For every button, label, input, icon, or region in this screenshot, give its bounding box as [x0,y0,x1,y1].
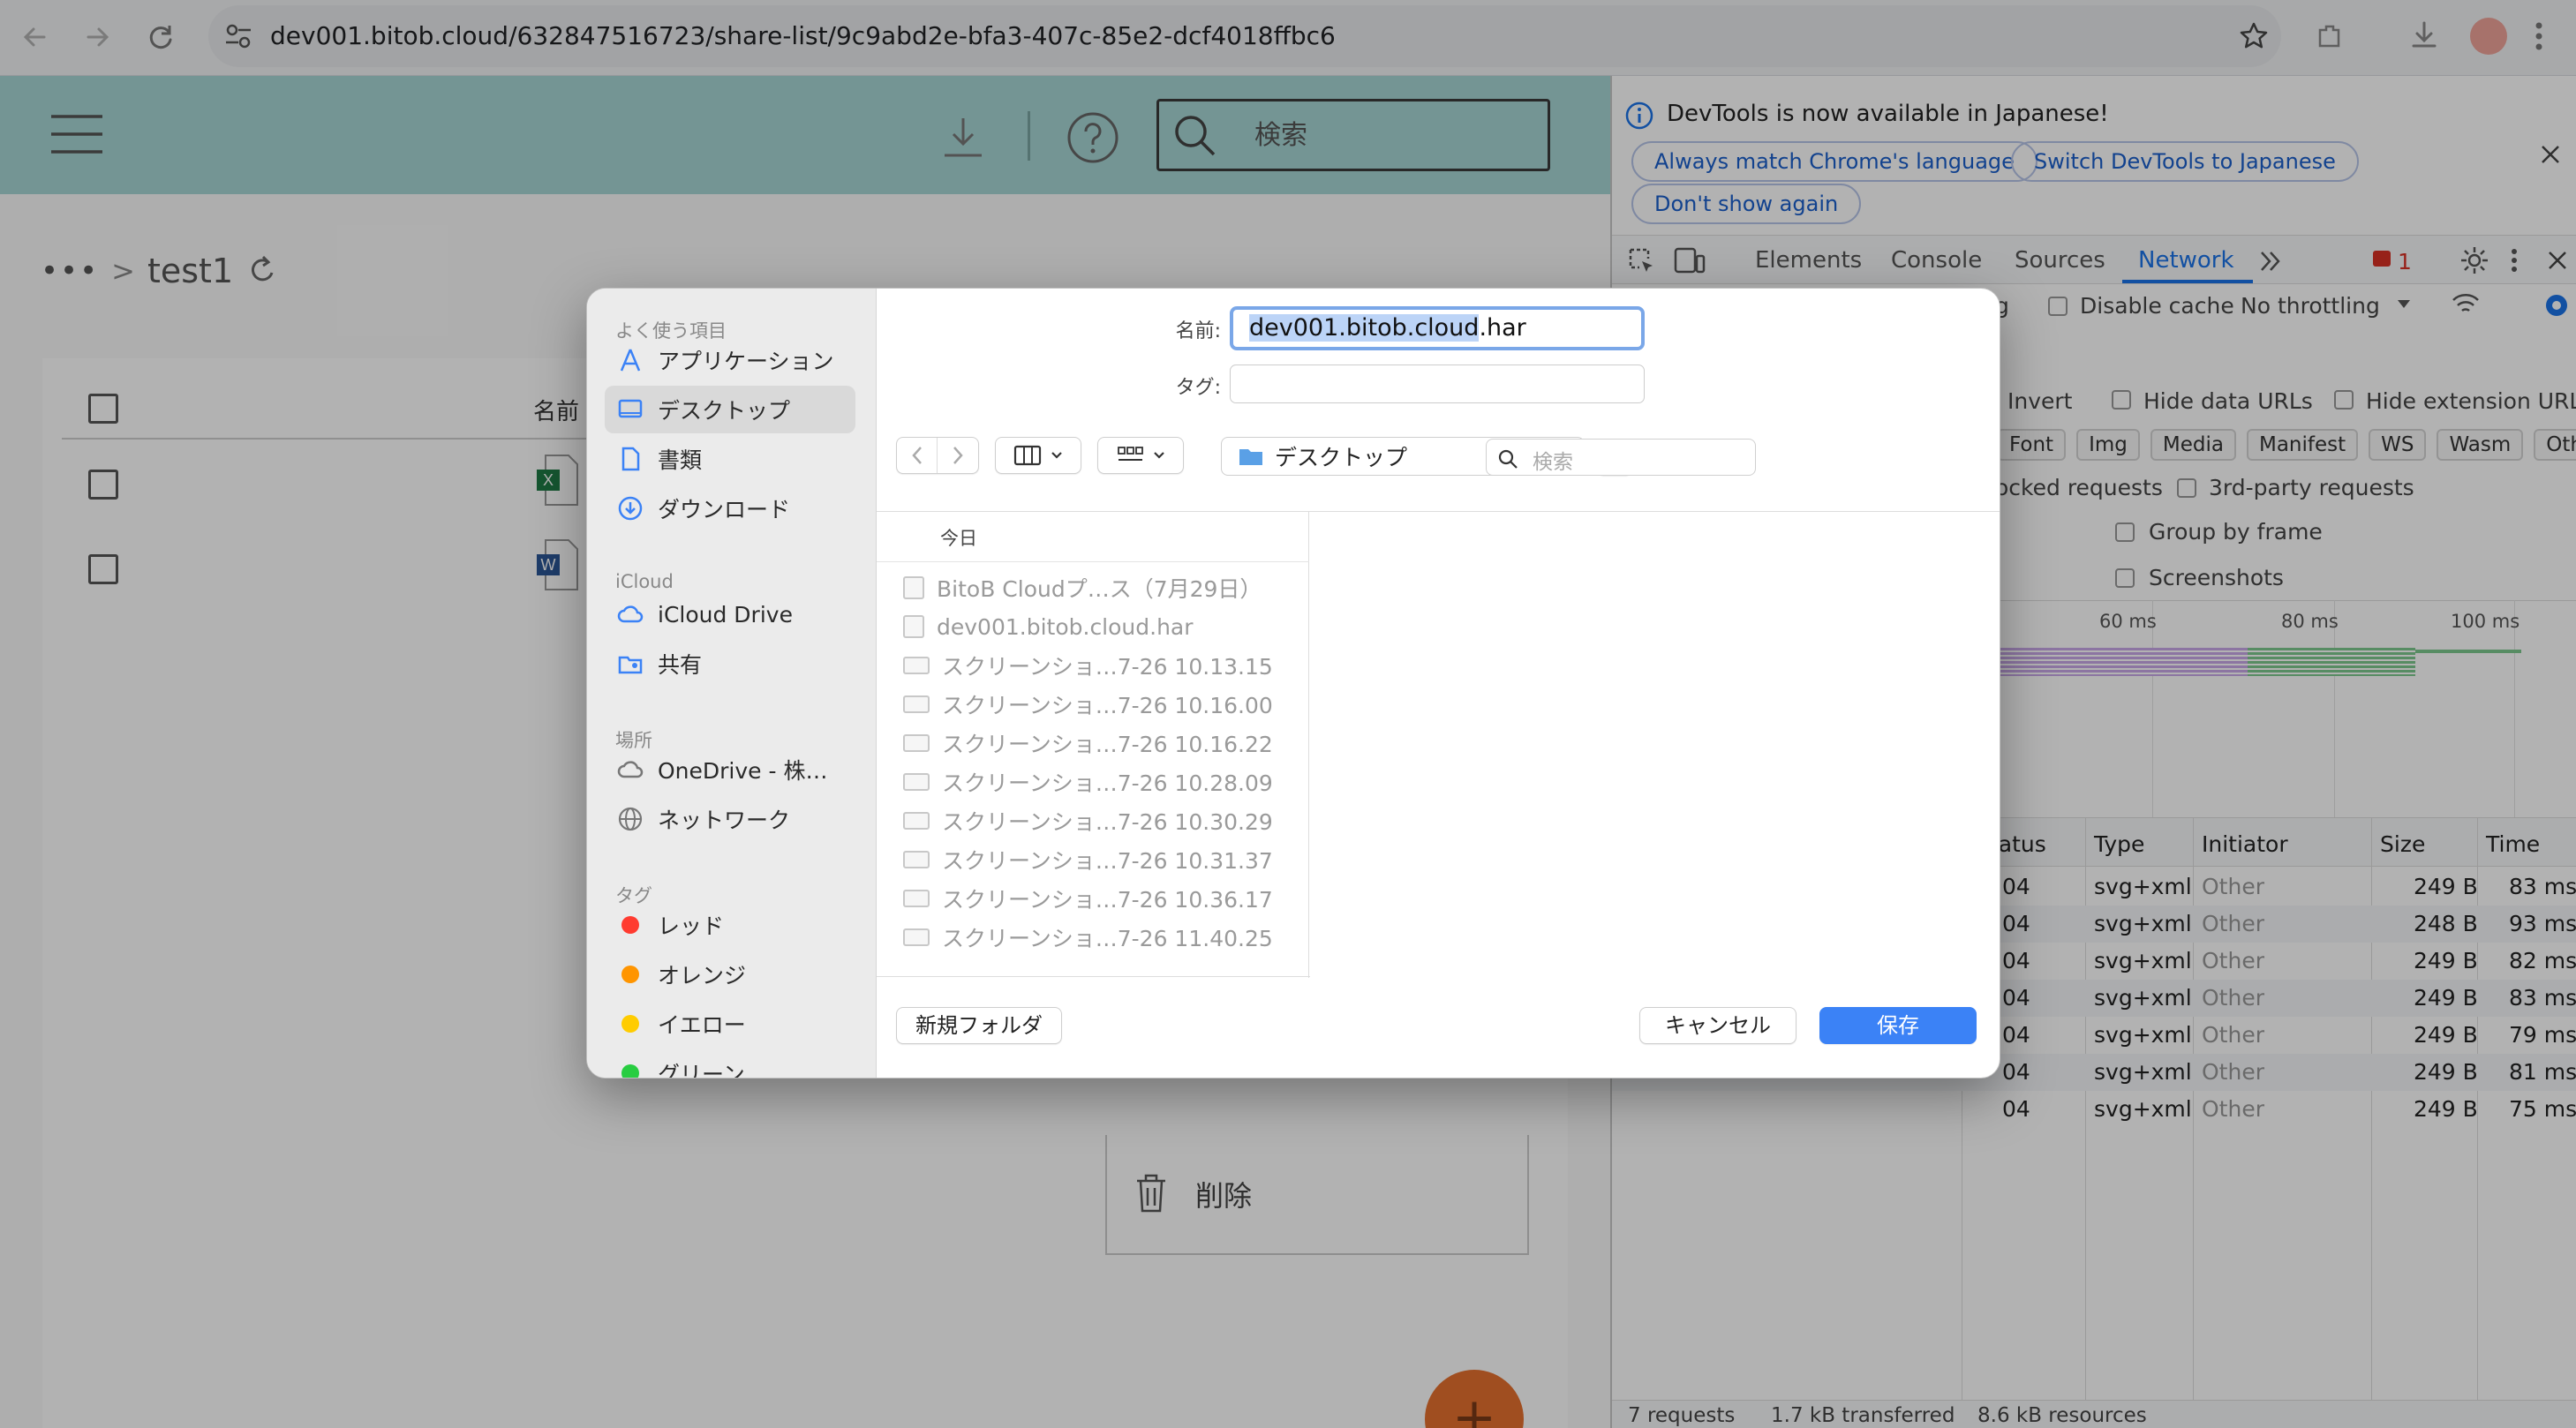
list-item[interactable]: スクリーンショ…7-26 10.28.09 [903,764,1273,800]
forward-chevron-icon[interactable] [938,438,978,473]
sidebar-tag-red[interactable]: レッド [605,901,855,949]
list-item[interactable]: スクリーンショ…7-26 10.31.37 [903,842,1273,877]
dialog-sidebar: よく使う項目 アプリケーション デスクトップ 書類 ダウンロード iCloud … [587,289,877,1079]
chevron-down-icon [1153,451,1165,460]
desktop-icon [617,396,644,423]
sidebar-item-label: ダウンロード [658,497,791,522]
sidebar-item-label: レッド [658,913,725,939]
file-name: スクリーンショ…7-26 10.28.09 [942,770,1273,796]
sidebar-item-documents[interactable]: 書類 [605,435,855,483]
name-label: 名前: [1175,320,1221,342]
sidebar-item-label: イエロー [658,1012,746,1038]
grid-view-icon [1116,445,1144,466]
list-item[interactable]: スクリーンショ…7-26 10.16.22 [903,725,1273,761]
sidebar-item-label: オレンジ [658,963,747,988]
dialog-search-placeholder: 検索 [1533,451,1573,474]
save-button[interactable]: 保存 [1819,1007,1977,1044]
sidebar-item-icloud-drive[interactable]: iCloud Drive [605,590,855,638]
sidebar-item-shared[interactable]: 共有 [605,640,855,688]
sidebar-item-label: iCloud Drive [658,601,793,628]
image-file-icon [903,890,930,907]
file-name: スクリーンショ…7-26 10.31.37 [942,848,1273,874]
image-file-icon [903,773,930,791]
sidebar-item-desktop[interactable]: デスクトップ [605,386,855,433]
orange-tag-dot [621,966,639,983]
history-nav [896,437,979,474]
search-icon [1497,448,1518,470]
sidebar-item-label: ネットワーク [658,808,791,833]
cloud-icon [617,601,644,628]
file-column[interactable]: 今日 BitoB Cloudプ…ス（7月29日） dev001.bitob.cl… [877,512,1309,978]
sidebar-item-applications[interactable]: アプリケーション [605,336,855,384]
group-mode-button[interactable] [1097,437,1184,474]
sidebar-tag-green[interactable]: グリーン [605,1049,855,1079]
download-icon [617,495,644,522]
list-item[interactable]: BitoB Cloudプ…ス（7月29日） [903,570,1262,605]
sidebar-item-downloads[interactable]: ダウンロード [605,485,855,532]
document-file-icon [903,576,924,599]
sidebar-item-label: 共有 [658,652,703,678]
list-item[interactable]: スクリーンショ…7-26 11.40.25 [903,920,1273,955]
tag-label: タグ: [1175,377,1221,399]
dialog-search-input[interactable]: 検索 [1486,439,1756,476]
back-chevron-icon[interactable] [897,438,938,473]
list-item[interactable]: スクリーンショ…7-26 10.30.29 [903,803,1273,838]
new-folder-button[interactable]: 新規フォルダ [896,1007,1062,1044]
filename-selected-text: dev001.bitob.cloud [1249,314,1480,342]
globe-icon [617,806,644,832]
cloud-icon [617,756,644,783]
list-item[interactable]: スクリーンショ…7-26 10.16.00 [903,687,1273,722]
file-name: スクリーンショ…7-26 10.16.00 [942,693,1273,718]
file-name: スクリーンショ…7-26 10.16.22 [942,732,1273,757]
sidebar-tag-orange[interactable]: オレンジ [605,951,855,998]
icloud-header: iCloud [615,571,674,592]
cancel-button[interactable]: キャンセル [1639,1007,1796,1044]
image-file-icon [903,928,930,946]
section-rule [877,561,1309,562]
file-name: スクリーンショ…7-26 10.36.17 [942,887,1273,913]
folder-icon [1238,446,1264,467]
preview-column[interactable] [1310,512,2000,978]
column-view-icon [1013,445,1042,466]
sidebar-item-label: グリーン [658,1062,745,1079]
image-file-icon [903,657,930,674]
location-value: デスクトップ [1275,445,1408,470]
document-icon [617,446,644,472]
file-name: スクリーンショ…7-26 10.30.29 [942,809,1273,835]
file-name: BitoB Cloudプ…ス（7月29日） [937,576,1262,602]
file-browser: 今日 BitoB Cloudプ…ス（7月29日） dev001.bitob.cl… [877,511,2000,978]
image-file-icon [903,695,930,713]
list-item[interactable]: スクリーンショ…7-26 10.13.15 [903,648,1273,683]
sidebar-item-label: 書類 [658,447,703,473]
image-file-icon [903,734,930,752]
image-file-icon [903,851,930,868]
document-file-icon [903,615,924,638]
green-tag-dot [621,1064,639,1078]
yellow-tag-dot [621,1015,639,1033]
file-name: dev001.bitob.cloud.har [937,613,1194,640]
red-tag-dot [621,916,639,934]
list-item[interactable]: dev001.bitob.cloud.har [903,609,1194,644]
dialog-main: 名前: dev001.bitob.cloud.har タグ: デスクトップ 検索 [877,289,2000,1078]
sidebar-item-network[interactable]: ネットワーク [605,795,855,843]
file-name: スクリーンショ…7-26 11.40.25 [942,926,1273,951]
sidebar-item-label: OneDrive - 株… [658,758,828,784]
list-item[interactable]: スクリーンショ…7-26 10.36.17 [903,881,1273,916]
image-file-icon [903,812,930,830]
sidebar-item-onedrive[interactable]: OneDrive - 株… [605,746,855,793]
tag-input[interactable] [1230,365,1645,403]
chevron-down-icon [1051,451,1063,460]
filename-extension: .har [1479,314,1526,342]
save-dialog: よく使う項目 アプリケーション デスクトップ 書類 ダウンロード iCloud … [586,288,2000,1079]
view-mode-button[interactable] [995,437,1081,474]
section-header-today: 今日 [940,528,977,549]
applications-icon [617,347,644,373]
file-name: スクリーンショ…7-26 10.13.15 [942,654,1273,680]
sidebar-item-label: デスクトップ [658,398,791,424]
shared-folder-icon [617,650,644,677]
filename-input[interactable]: dev001.bitob.cloud.har [1230,306,1645,350]
sidebar-item-label: アプリケーション [658,349,834,374]
sidebar-tag-yellow[interactable]: イエロー [605,1000,855,1048]
